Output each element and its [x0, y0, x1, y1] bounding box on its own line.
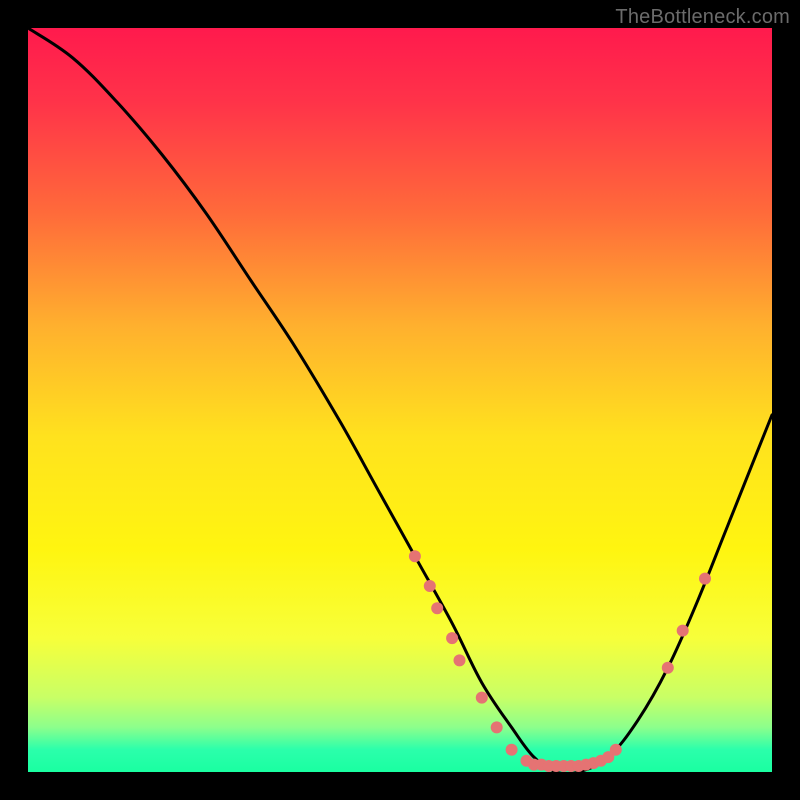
data-marker: [491, 721, 503, 733]
data-marker: [610, 744, 622, 756]
data-marker: [476, 692, 488, 704]
plot-area: [28, 28, 772, 772]
chart-frame: TheBottleneck.com: [0, 0, 800, 800]
data-marker: [550, 760, 562, 772]
data-marker: [699, 573, 711, 585]
data-marker: [454, 654, 466, 666]
data-marker: [543, 760, 555, 772]
watermark-text: TheBottleneck.com: [615, 6, 790, 29]
data-marker: [565, 760, 577, 772]
data-marker: [662, 662, 674, 674]
data-marker: [535, 759, 547, 771]
data-marker: [573, 760, 585, 772]
data-marker: [409, 550, 421, 562]
data-marker: [424, 580, 436, 592]
data-marker: [506, 744, 518, 756]
data-marker: [446, 632, 458, 644]
data-marker: [521, 755, 533, 767]
bottleneck-curve: [28, 28, 772, 772]
data-marker: [580, 759, 592, 771]
data-marker: [558, 760, 570, 772]
data-marker: [595, 755, 607, 767]
data-marker: [431, 602, 443, 614]
data-marker: [528, 759, 540, 771]
data-marker: [677, 625, 689, 637]
data-marker: [587, 757, 599, 769]
data-marker: [602, 751, 614, 763]
curve-layer: [28, 28, 772, 772]
